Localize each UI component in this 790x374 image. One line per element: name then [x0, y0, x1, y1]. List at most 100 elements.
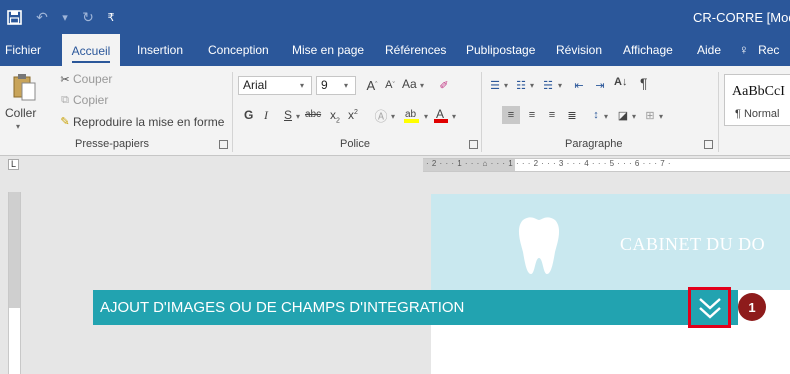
- lightbulb-icon: ♀: [739, 42, 749, 57]
- horizontal-ruler-row: L · 2 · · · 1 · · · ⌂ · · · 1 · · · 2 · …: [0, 157, 790, 173]
- tab-revision[interactable]: Révision: [556, 34, 602, 66]
- tab-accueil[interactable]: Accueil: [62, 34, 120, 66]
- highlight-dropdown-icon[interactable]: ▾: [424, 112, 428, 121]
- increase-indent-icon[interactable]: ⇥: [591, 76, 609, 94]
- align-right-icon[interactable]: ≡: [543, 106, 561, 124]
- show-formatting-button[interactable]: ¶: [640, 75, 648, 91]
- clear-formatting-icon[interactable]: ✐: [436, 76, 452, 94]
- tell-me-search[interactable]: ♀ Rec: [739, 34, 779, 66]
- customize-qat-icon[interactable]: ₹: [102, 0, 120, 34]
- step-badge: 1: [738, 293, 766, 321]
- clipboard-launcher-icon[interactable]: [219, 140, 228, 149]
- decrease-indent-icon[interactable]: ⇤: [570, 76, 588, 94]
- horizontal-ruler[interactable]: · 2 · · · 1 · · · ⌂ · · · 1 · · · 2 · · …: [423, 158, 790, 172]
- chevron-down-icon[interactable]: ▾: [56, 0, 74, 34]
- text-effects-icon[interactable]: Ⓐ: [373, 106, 389, 124]
- tab-aide[interactable]: Aide: [697, 34, 721, 66]
- tab-conception[interactable]: Conception: [208, 34, 269, 66]
- text-effects-dropdown-icon[interactable]: ▾: [391, 112, 395, 121]
- multilevel-list-icon[interactable]: ☵: [540, 76, 556, 94]
- double-chevron-down-icon: [698, 297, 721, 319]
- bullets-icon[interactable]: ☰: [487, 76, 503, 94]
- numbering-icon[interactable]: ☷: [513, 76, 529, 94]
- underline-dropdown-icon[interactable]: ▾: [296, 112, 300, 121]
- tab-publipostage[interactable]: Publipostage: [466, 34, 535, 66]
- banner-title: AJOUT D'IMAGES OU DE CHAMPS D'INTEGRATIO…: [100, 299, 465, 316]
- font-launcher-icon[interactable]: [469, 140, 478, 149]
- format-painter-icon: ✎: [60, 115, 70, 128]
- vertical-ruler[interactable]: [8, 192, 21, 374]
- tab-mise-en-page[interactable]: Mise en page: [292, 34, 364, 66]
- numbering-dropdown-icon[interactable]: ▾: [530, 81, 534, 90]
- document-page[interactable]: CABINET DU DO: [431, 194, 790, 374]
- header-title: CABINET DU DO: [620, 234, 766, 254]
- align-center-icon[interactable]: ≡: [523, 106, 541, 124]
- copy-button[interactable]: Copier: [73, 93, 108, 107]
- shrink-font-icon[interactable]: Aˇ: [382, 76, 398, 94]
- section-banner: AJOUT D'IMAGES OU DE CHAMPS D'INTEGRATIO…: [93, 290, 738, 325]
- font-name-dropdown-icon[interactable]: ▾: [300, 81, 304, 90]
- change-case-dropdown-icon[interactable]: ▾: [420, 81, 424, 90]
- strikethrough-button[interactable]: abc: [305, 109, 321, 120]
- font-size-box[interactable]: 9: [316, 76, 356, 95]
- style-normal-tile[interactable]: AaBbCcI ¶ Normal: [724, 74, 790, 126]
- font-color-dropdown-icon[interactable]: ▾: [452, 112, 456, 121]
- ribbon-tabs: Fichier Accueil Insertion Conception Mis…: [0, 34, 790, 66]
- group-separator: [718, 72, 719, 152]
- svg-text:ab: ab: [405, 109, 417, 120]
- align-left-icon[interactable]: ≡: [502, 106, 520, 124]
- superscript-button[interactable]: x2: [348, 108, 358, 122]
- font-group-label: Police: [340, 138, 370, 150]
- borders-icon[interactable]: ⊞: [642, 106, 658, 124]
- style-preview: AaBbCcI: [732, 84, 785, 99]
- paragraph-launcher-icon[interactable]: [704, 140, 713, 149]
- highlight-icon[interactable]: ab: [403, 106, 421, 124]
- sort-button[interactable]: A↓: [614, 76, 627, 88]
- font-size-dropdown-icon[interactable]: ▾: [344, 81, 348, 90]
- tell-me-label: Rec: [758, 43, 780, 57]
- ribbon: Coller ▾ ✂ Couper ⧉ Copier ✎ Reproduire …: [0, 66, 790, 156]
- line-spacing-icon[interactable]: ↕: [588, 106, 604, 124]
- grow-font-icon[interactable]: Aˆ: [364, 76, 380, 94]
- tab-insertion[interactable]: Insertion: [137, 34, 183, 66]
- scissors-icon: ✂: [60, 73, 70, 86]
- italic-button[interactable]: I: [264, 108, 268, 123]
- bullets-dropdown-icon[interactable]: ▾: [504, 81, 508, 90]
- borders-dropdown-icon[interactable]: ▾: [659, 112, 663, 121]
- copy-icon: ⧉: [61, 93, 69, 106]
- font-color-icon[interactable]: A: [433, 106, 449, 124]
- tab-fichier[interactable]: Fichier: [5, 34, 41, 66]
- paragraph-group-label: Paragraphe: [565, 138, 623, 150]
- tab-selector[interactable]: L: [8, 159, 19, 170]
- save-icon[interactable]: [0, 0, 28, 34]
- svg-text:A: A: [436, 107, 444, 121]
- expand-button[interactable]: [688, 287, 731, 328]
- tab-references[interactable]: Références: [385, 34, 446, 66]
- shading-icon[interactable]: ◪: [614, 106, 632, 124]
- group-separator: [232, 72, 233, 152]
- redo-icon[interactable]: ↻: [74, 0, 102, 34]
- justify-icon[interactable]: ≣: [563, 106, 581, 124]
- ruler-ticks: · 2 · · · 1 · · · ⌂ · · · 1 · · · 2 · · …: [426, 159, 672, 168]
- page-header-band: CABINET DU DO: [431, 194, 790, 290]
- multilevel-dropdown-icon[interactable]: ▾: [558, 81, 562, 90]
- paste-button[interactable]: Coller: [5, 106, 36, 120]
- subscript-button[interactable]: x2: [330, 108, 340, 124]
- underline-button[interactable]: S: [284, 108, 292, 122]
- change-case-button[interactable]: Aa: [402, 77, 417, 91]
- format-painter-button[interactable]: Reproduire la mise en forme: [73, 115, 224, 129]
- shading-dropdown-icon[interactable]: ▾: [632, 112, 636, 121]
- paste-dropdown-icon[interactable]: ▾: [16, 122, 20, 131]
- style-normal-label: ¶ Normal: [735, 108, 780, 120]
- tooth-icon: [517, 214, 561, 281]
- paste-icon[interactable]: [11, 72, 39, 104]
- undo-icon[interactable]: ↶: [28, 0, 56, 34]
- bold-button[interactable]: G: [244, 108, 253, 122]
- cut-button[interactable]: Couper: [73, 72, 112, 86]
- vertical-ruler-margin: [9, 192, 20, 308]
- line-spacing-dropdown-icon[interactable]: ▾: [604, 112, 608, 121]
- title-bar: ↶ ▾ ↻ ₹ CR-CORRE [Mode c: [0, 0, 790, 34]
- document-title: CR-CORRE [Mode c: [693, 10, 790, 25]
- clipboard-group-label: Presse-papiers: [75, 138, 149, 150]
- tab-affichage[interactable]: Affichage: [623, 34, 673, 66]
